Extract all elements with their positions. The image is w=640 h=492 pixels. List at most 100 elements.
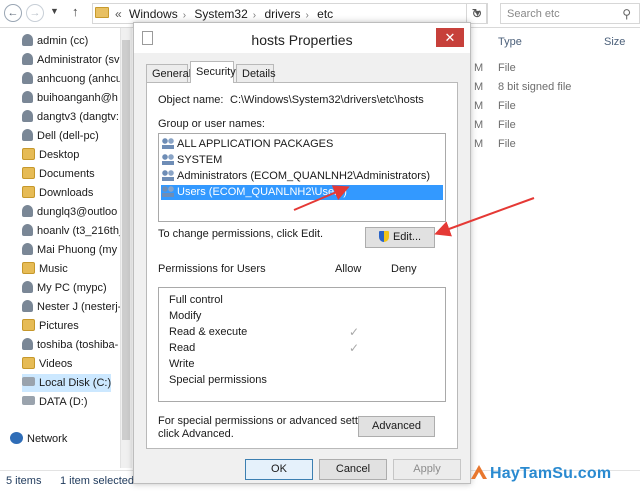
- group-list-item-label: Administrators (ECOM_QUANLNH2\Administra…: [177, 170, 431, 182]
- refresh-icon[interactable]: ↻: [466, 3, 488, 24]
- column-header-size[interactable]: Size: [604, 36, 625, 48]
- group-user-list[interactable]: ALL APPLICATION PACKAGES SYSTEM Administra…: [158, 133, 446, 222]
- dialog-titlebar[interactable]: hosts Properties ✕: [134, 23, 470, 53]
- cancel-button[interactable]: Cancel: [319, 459, 387, 480]
- file-row-type[interactable]: File: [498, 62, 516, 74]
- nav-item[interactable]: Local Disk (C:): [22, 374, 112, 392]
- group-list-item[interactable]: ALL APPLICATION PACKAGES: [161, 137, 443, 152]
- nav-item-label: Videos: [39, 358, 73, 370]
- back-button[interactable]: ←: [4, 4, 22, 22]
- group-list-item-label: ALL APPLICATION PACKAGES: [177, 138, 334, 150]
- file-row-date[interactable]: M: [474, 100, 483, 112]
- apply-button[interactable]: Apply: [393, 459, 461, 480]
- user-icon: [22, 205, 33, 217]
- permissions-list[interactable]: Full control Modify Read & execute ✓ Read ✓ Wr…: [158, 287, 446, 402]
- disk-icon: [22, 396, 35, 405]
- permission-row: Read: [169, 342, 196, 354]
- breadcrumb-windows[interactable]: Windows: [129, 7, 178, 21]
- user-group-icon: [161, 186, 175, 197]
- permission-row: Full control: [169, 294, 223, 306]
- file-row-type[interactable]: 8 bit signed file: [498, 81, 571, 93]
- navigation-pane: admin (cc) Administrator (sv anhcuong (anh…: [0, 28, 132, 468]
- nav-item[interactable]: Pictures: [22, 317, 79, 335]
- nav-item-label: anhcuong (anhcu: [37, 73, 123, 85]
- nav-item[interactable]: Documents: [22, 165, 95, 183]
- search-placeholder: Search etc: [507, 8, 560, 20]
- nav-item[interactable]: anhcuong (anhcu: [22, 70, 122, 88]
- group-list-item[interactable]: SYSTEM: [161, 153, 443, 168]
- nav-item[interactable]: Desktop: [22, 146, 79, 164]
- nav-item-label: toshiba (toshiba-: [37, 339, 119, 351]
- nav-item[interactable]: toshiba (toshiba-: [22, 336, 118, 354]
- nav-item[interactable]: Videos: [22, 355, 72, 373]
- navigation-scroll-thumb[interactable]: [122, 40, 130, 440]
- column-header-type[interactable]: Type: [498, 36, 522, 48]
- breadcrumb-etc[interactable]: etc: [317, 7, 333, 21]
- uac-shield-icon: [378, 231, 389, 242]
- nav-item[interactable]: Downloads: [22, 184, 93, 202]
- group-list-item-label: Users (ECOM_QUANLNH2\Users): [177, 186, 347, 198]
- dialog-title: hosts Properties: [251, 32, 353, 48]
- nav-item[interactable]: My PC (mypc): [22, 279, 107, 297]
- forward-button[interactable]: →: [26, 4, 44, 22]
- user-group-icon: [161, 170, 175, 181]
- file-row-type[interactable]: File: [498, 119, 516, 131]
- nav-item-label: Nester J (nesterj-: [37, 301, 122, 313]
- nav-item-label: Mai Phuong (my: [37, 244, 118, 256]
- allow-check-icon: ✓: [349, 325, 360, 339]
- advanced-button[interactable]: Advanced: [358, 416, 435, 437]
- folder-icon: [22, 319, 35, 331]
- recent-locations-chevron-icon[interactable]: ▼: [50, 6, 59, 16]
- status-selection: 1 item selected: [60, 475, 134, 487]
- nav-item[interactable]: admin (cc): [22, 32, 88, 50]
- tab-details[interactable]: Details: [236, 64, 276, 83]
- nav-item[interactable]: dangtv3 (dangtv:: [22, 108, 119, 126]
- search-input[interactable]: Search etc ⚲: [500, 3, 640, 24]
- nav-item[interactable]: Dell (dell-pc): [22, 127, 99, 145]
- nav-item-network[interactable]: Network: [10, 430, 67, 448]
- user-icon: [22, 224, 33, 236]
- address-bar[interactable]: « Windows › System32 › drivers › etc ▼: [92, 3, 487, 24]
- nav-item-label: Dell (dell-pc): [37, 130, 99, 142]
- group-list-item[interactable]: Administrators (ECOM_QUANLNH2\Administra…: [161, 169, 443, 184]
- file-row-date[interactable]: M: [474, 81, 483, 93]
- allow-check-icon: ✓: [349, 341, 360, 355]
- file-row-date[interactable]: M: [474, 138, 483, 150]
- file-row-type[interactable]: File: [498, 100, 516, 112]
- up-arrow-icon[interactable]: ↑: [72, 4, 79, 19]
- nav-item-label: dunglq3@outloo: [37, 206, 118, 218]
- breadcrumb-system32[interactable]: System32: [194, 7, 247, 21]
- edit-button[interactable]: Edit...: [365, 227, 435, 248]
- status-item-count: 5 items: [6, 475, 42, 487]
- close-button[interactable]: ✕: [436, 28, 464, 47]
- nav-item-label: Downloads: [39, 187, 94, 199]
- nav-item[interactable]: buihoanganh@h: [22, 89, 118, 107]
- allow-header: Allow: [335, 263, 362, 275]
- file-row-date[interactable]: M: [474, 119, 483, 131]
- nav-item[interactable]: Nester J (nesterj-: [22, 298, 121, 316]
- tab-security[interactable]: Security: [190, 61, 236, 83]
- breadcrumb-drivers[interactable]: drivers: [264, 7, 300, 21]
- nav-item-label: Administrator (sv: [37, 54, 120, 66]
- user-icon: [22, 300, 33, 312]
- permission-row: Read & execute: [169, 326, 248, 338]
- search-icon: ⚲: [622, 7, 631, 21]
- nav-item[interactable]: hoanlv (t3_216th_: [22, 222, 125, 240]
- nav-item-label: Local Disk (C:): [39, 377, 112, 389]
- nav-item[interactable]: DATA (D:): [22, 393, 87, 411]
- folder-icon: [22, 148, 35, 160]
- file-row-date[interactable]: M: [474, 62, 483, 74]
- user-icon: [22, 281, 33, 293]
- file-row-type[interactable]: File: [498, 138, 516, 150]
- folder-icon: [22, 357, 35, 369]
- nav-item[interactable]: Mai Phuong (my: [22, 241, 117, 259]
- watermark: HayTamSu.com: [466, 460, 640, 488]
- ok-button[interactable]: OK: [245, 459, 313, 480]
- tab-general[interactable]: General: [146, 64, 191, 83]
- nav-item[interactable]: Music: [22, 260, 68, 278]
- nav-item[interactable]: Administrator (sv: [22, 51, 120, 69]
- group-list-item[interactable]: Users (ECOM_QUANLNH2\Users): [161, 185, 443, 200]
- nav-item-label: Network: [27, 433, 68, 445]
- permission-row: Special permissions: [169, 374, 267, 386]
- nav-item[interactable]: dunglq3@outloo: [22, 203, 117, 221]
